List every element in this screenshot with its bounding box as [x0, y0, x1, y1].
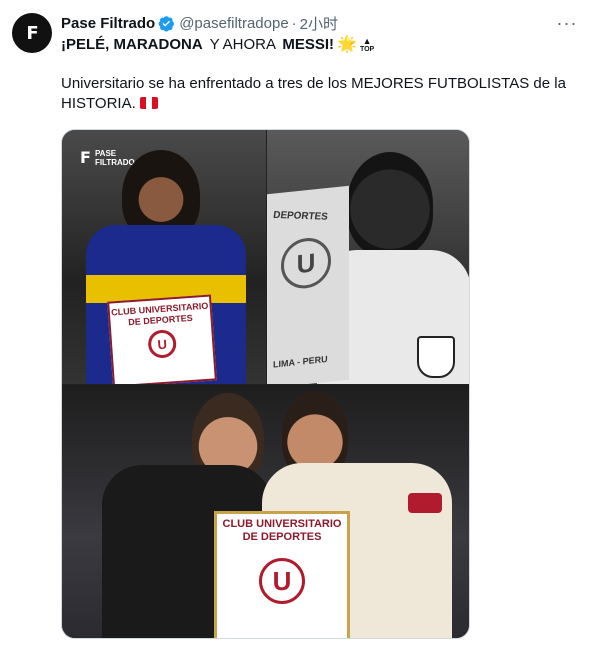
author-name[interactable]: Pase Filtrado — [61, 15, 155, 32]
universitario-u-icon-large: U — [259, 558, 305, 604]
pennant-large: CLUB UNIVERSITARIO DE DEPORTES U — [214, 511, 350, 638]
pennant-large-line2: DE DEPORTES — [242, 531, 322, 543]
logo-icon: F — [80, 148, 91, 167]
photo-messi[interactable]: CLUB UNIVERSITARIO DE DEPORTES U — [62, 385, 469, 638]
tweet-text-line2: Universitario se ha enfrentado a tres de… — [61, 74, 576, 114]
star-icon: 🌟 — [337, 36, 357, 53]
top-label: TOP — [359, 46, 375, 53]
pennant-large-line1: CLUB UNIVERSITARIO — [222, 518, 342, 530]
headline-normal: Y AHORA — [205, 36, 280, 53]
more-options-icon[interactable]: ··· — [556, 12, 578, 34]
santos-crest-icon — [417, 336, 455, 378]
pele-banner-bottom: LIMA - PERU — [273, 353, 328, 370]
tweet-text: ¡PELÉ, MARADONA Y AHORA MESSI! 🌟 ▲ TOP U… — [61, 35, 576, 114]
avatar-logo: F — [26, 22, 38, 44]
pele-head — [347, 152, 433, 256]
tweet-media[interactable]: F PASE FILTRADO CLUB UNIVERSITARIO DE DE… — [61, 129, 470, 639]
pele-banner-text: DEPORTES — [272, 209, 329, 223]
top-arrow-icon: ▲ TOP — [359, 36, 375, 54]
photo-pele[interactable]: DEPORTES U LIMA - PERU — [267, 130, 469, 384]
universitario-u-icon-pele: U — [281, 235, 331, 291]
tweet-text-line1: ¡PELÉ, MARADONA Y AHORA MESSI! 🌟 ▲ TOP — [61, 35, 576, 55]
body-text: Universitario se ha enfrentado a tres de… — [61, 75, 566, 112]
logo-line1: PASE — [94, 148, 117, 158]
photo-maradona[interactable]: F PASE FILTRADO CLUB UNIVERSITARIO DE DE… — [62, 130, 266, 384]
author-handle[interactable]: @pasefiltradope — [179, 15, 288, 32]
pennant-small: CLUB UNIVERSITARIO DE DEPORTES U — [107, 294, 217, 384]
universitario-u-icon: U — [147, 329, 178, 359]
timestamp[interactable]: 2小时 — [300, 13, 338, 34]
logo-line2: FILTRADO — [94, 157, 135, 167]
tweet-header: Pase Filtrado @pasefiltradope · 2小时 — [61, 13, 554, 33]
headline-bold-a: ¡PELÉ, MARADONA — [61, 36, 203, 53]
tweet-card[interactable]: F Pase Filtrado @pasefiltradope · 2小时 ··… — [0, 0, 594, 647]
peru-flag-icon — [139, 97, 158, 109]
headline-bold-b: MESSI! — [282, 36, 335, 53]
verified-badge-icon — [158, 15, 175, 31]
pele-banner: DEPORTES U LIMA - PERU — [267, 185, 349, 384]
avatar[interactable]: F — [12, 13, 52, 53]
pase-filtrado-logo: F PASE FILTRADO — [80, 148, 135, 167]
separator-dot: · — [291, 14, 297, 32]
